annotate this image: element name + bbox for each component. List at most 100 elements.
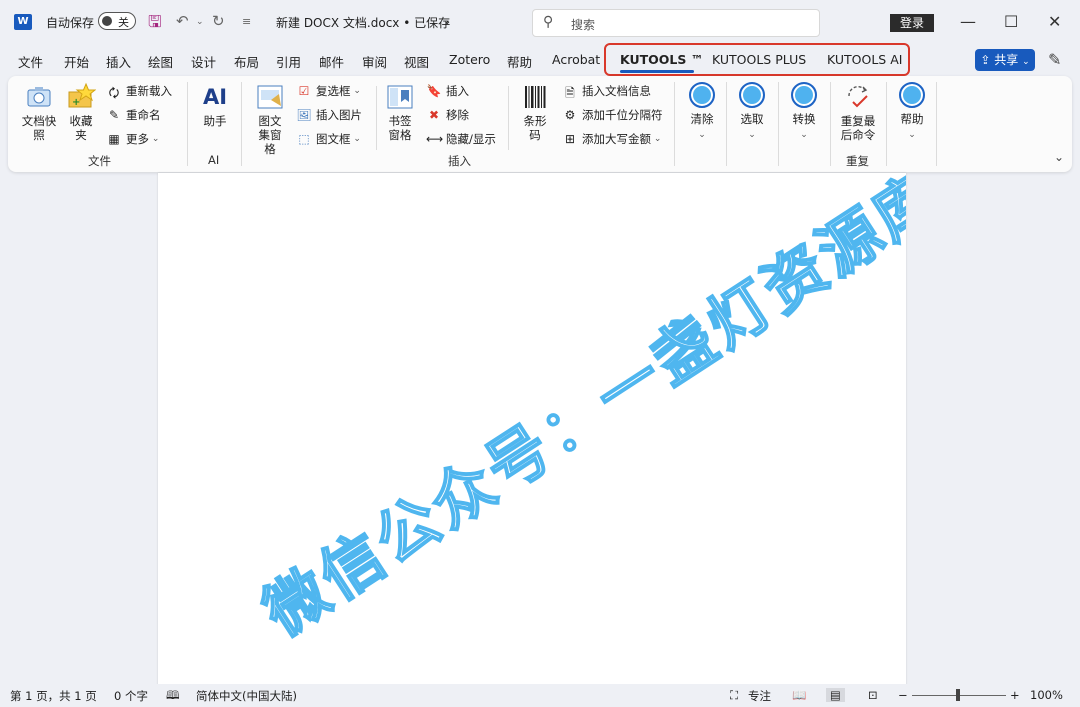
image-set-icon xyxy=(257,85,283,109)
help-button[interactable]: 帮助 ⌄ xyxy=(892,82,932,142)
chevron-down-icon: ⌄ xyxy=(748,130,756,140)
svg-text:+: + xyxy=(72,97,80,108)
add-uppercase-amount-button[interactable]: ⊞ 添加大写金额 ⌄ xyxy=(562,131,661,147)
share-button[interactable]: ⇪ 共享 ⌄ xyxy=(975,49,1035,71)
checkbox-label: 复选框 xyxy=(316,84,351,98)
save-icon[interactable]: 🖫 xyxy=(148,11,162,38)
share-label: 共享 xyxy=(994,53,1019,67)
autosave-label: 自动保存 xyxy=(46,16,95,30)
rename-button[interactable]: ✎ 重命名 xyxy=(106,107,161,123)
uppercase-amount-icon: ⊞ xyxy=(564,132,576,146)
select-label: 选取 xyxy=(740,112,764,126)
read-mode-icon[interactable]: 📖 xyxy=(792,688,806,702)
remove-icon: ✖ xyxy=(428,108,440,122)
image-set-pane-button[interactable]: 图文集窗格 xyxy=(248,82,292,156)
bookmark-pane-button[interactable]: 书签窗格 xyxy=(382,82,418,142)
chevron-down-icon: ⌄ xyxy=(651,134,662,144)
zoom-slider-thumb[interactable] xyxy=(956,689,960,701)
reload-button[interactable]: 🗘 重新载入 xyxy=(106,83,172,100)
word-count[interactable]: 0 个字 xyxy=(114,688,148,704)
convert-icon xyxy=(791,82,817,108)
tab-insert[interactable]: 插入 xyxy=(106,52,131,71)
toggle-knob xyxy=(102,16,112,26)
undo-icon[interactable]: ↶ xyxy=(176,12,189,30)
checkbox-button[interactable]: ☑ 复选框 ⌄ xyxy=(296,83,361,99)
repeat-last-command-button[interactable]: 重复最后命令 xyxy=(836,82,880,142)
tab-help[interactable]: 帮助 xyxy=(507,52,532,71)
help-label: 帮助 xyxy=(900,112,924,126)
tab-view[interactable]: 视图 xyxy=(404,52,429,71)
doc-snapshot-button[interactable]: 文档快照 xyxy=(20,82,58,142)
ai-assistant-button[interactable]: AI 助手 xyxy=(196,84,234,128)
tab-file[interactable]: 文件 xyxy=(18,52,43,71)
undo-dropdown-icon[interactable]: ⌄ xyxy=(196,17,204,27)
insert-picture-button[interactable]: 🖼 插入图片 xyxy=(296,107,362,123)
convert-button[interactable]: 转换 ⌄ xyxy=(784,82,824,142)
chevron-down-icon[interactable]: ⌄ xyxy=(443,16,451,27)
redo-icon[interactable]: ↻ xyxy=(212,12,225,30)
focus-label[interactable]: 专注 xyxy=(748,688,771,704)
reload-icon: 🗘 xyxy=(108,86,120,100)
clear-label: 清除 xyxy=(690,112,714,126)
tab-layout[interactable]: 布局 xyxy=(234,52,259,71)
group-label-insert: 插入 xyxy=(448,154,471,168)
select-button[interactable]: 选取 ⌄ xyxy=(732,82,772,142)
tab-draw[interactable]: 绘图 xyxy=(148,52,173,71)
favorites-folder-icon: + xyxy=(68,82,96,108)
repeat-icon xyxy=(848,86,868,108)
collapse-ribbon-icon[interactable]: ⌄ xyxy=(1054,150,1064,164)
minimize-icon[interactable]: — xyxy=(960,12,976,31)
group-divider xyxy=(726,82,727,166)
clear-button[interactable]: 清除 ⌄ xyxy=(682,82,722,142)
picture-icon: 🖼 xyxy=(296,108,312,122)
favorites-label: 收藏夹 xyxy=(69,114,93,142)
tab-acrobat[interactable]: Acrobat xyxy=(552,52,600,67)
insert-picture-label: 插入图片 xyxy=(316,108,362,122)
comments-icon[interactable]: ✎ xyxy=(1048,50,1061,69)
tab-zotero[interactable]: Zotero xyxy=(449,52,490,67)
search-input[interactable]: 搜索 xyxy=(571,16,595,33)
document-page[interactable]: 微信公众号：一盏灯资源库 xyxy=(158,173,906,686)
document-title[interactable]: 新建 DOCX 文档.docx • 已保存 xyxy=(276,14,450,31)
maximize-icon[interactable]: ☐ xyxy=(1004,12,1018,31)
tab-home[interactable]: 开始 xyxy=(64,52,89,71)
word-logo-icon: W xyxy=(14,14,32,30)
textbox-button[interactable]: ⬚ 图文框 ⌄ xyxy=(296,131,361,147)
rename-icon: ✎ xyxy=(108,108,120,122)
chevron-down-icon: ⌄ xyxy=(350,86,361,96)
hide-show-button[interactable]: ⟷ 隐藏/显示 xyxy=(426,131,496,147)
title-bar: W 自动保存 关 🖫 ↶ ⌄ ↻ ≡ 新建 DOCX 文档.docx • 已保存… xyxy=(0,0,1080,44)
barcode-button[interactable]: 条形码 xyxy=(514,82,556,142)
search-icon: ⚲ xyxy=(543,14,554,30)
language-status[interactable]: 简体中文(中国大陆) xyxy=(196,688,297,704)
search-box[interactable]: ⚲ 搜索 xyxy=(532,9,820,37)
tab-review[interactable]: 审阅 xyxy=(362,52,387,71)
bookmark-pane-label: 书签窗格 xyxy=(388,114,412,142)
insert-doc-info-button[interactable]: 🗎 插入文档信息 xyxy=(562,83,651,100)
status-bar: 第 1 页，共 1 页 0 个字 🕮 简体中文(中国大陆) ⛶ 专注 📖 ▤ ⊡… xyxy=(0,684,1080,706)
remove-bookmark-button[interactable]: ✖ 移除 xyxy=(426,107,469,123)
autosave-toggle[interactable]: 关 xyxy=(98,12,136,30)
chevron-down-icon: ⌄ xyxy=(149,134,160,144)
tab-design[interactable]: 设计 xyxy=(191,52,216,71)
tab-references[interactable]: 引用 xyxy=(276,52,301,71)
bookmark-pane-icon xyxy=(387,85,413,109)
print-layout-icon[interactable]: ▤ xyxy=(826,688,845,702)
web-layout-icon[interactable]: ⊡ xyxy=(868,688,878,702)
login-button[interactable]: 登录 xyxy=(890,14,934,32)
more-button[interactable]: ▦ 更多 ⌄ xyxy=(106,131,159,147)
zoom-level[interactable]: 100% xyxy=(1030,688,1063,702)
group-divider xyxy=(936,82,937,166)
focus-icon[interactable]: ⛶ xyxy=(730,688,738,703)
proofing-icon[interactable]: 🕮 xyxy=(166,688,180,707)
customize-toolbar-icon[interactable]: ≡ xyxy=(242,15,251,28)
add-thousands-separator-button[interactable]: ⚙ 添加千位分隔符 xyxy=(562,107,663,123)
image-set-label: 图文集窗格 xyxy=(258,114,282,156)
insert-bookmark-button[interactable]: 🔖 插入 xyxy=(426,83,469,99)
zoom-in-icon[interactable]: + xyxy=(1010,688,1020,702)
close-icon[interactable]: ✕ xyxy=(1048,12,1061,31)
tab-mailings[interactable]: 邮件 xyxy=(319,52,344,71)
zoom-out-icon[interactable]: − xyxy=(898,688,908,702)
favorites-button[interactable]: + 收藏夹 xyxy=(64,82,98,142)
page-count[interactable]: 第 1 页，共 1 页 xyxy=(10,688,97,704)
